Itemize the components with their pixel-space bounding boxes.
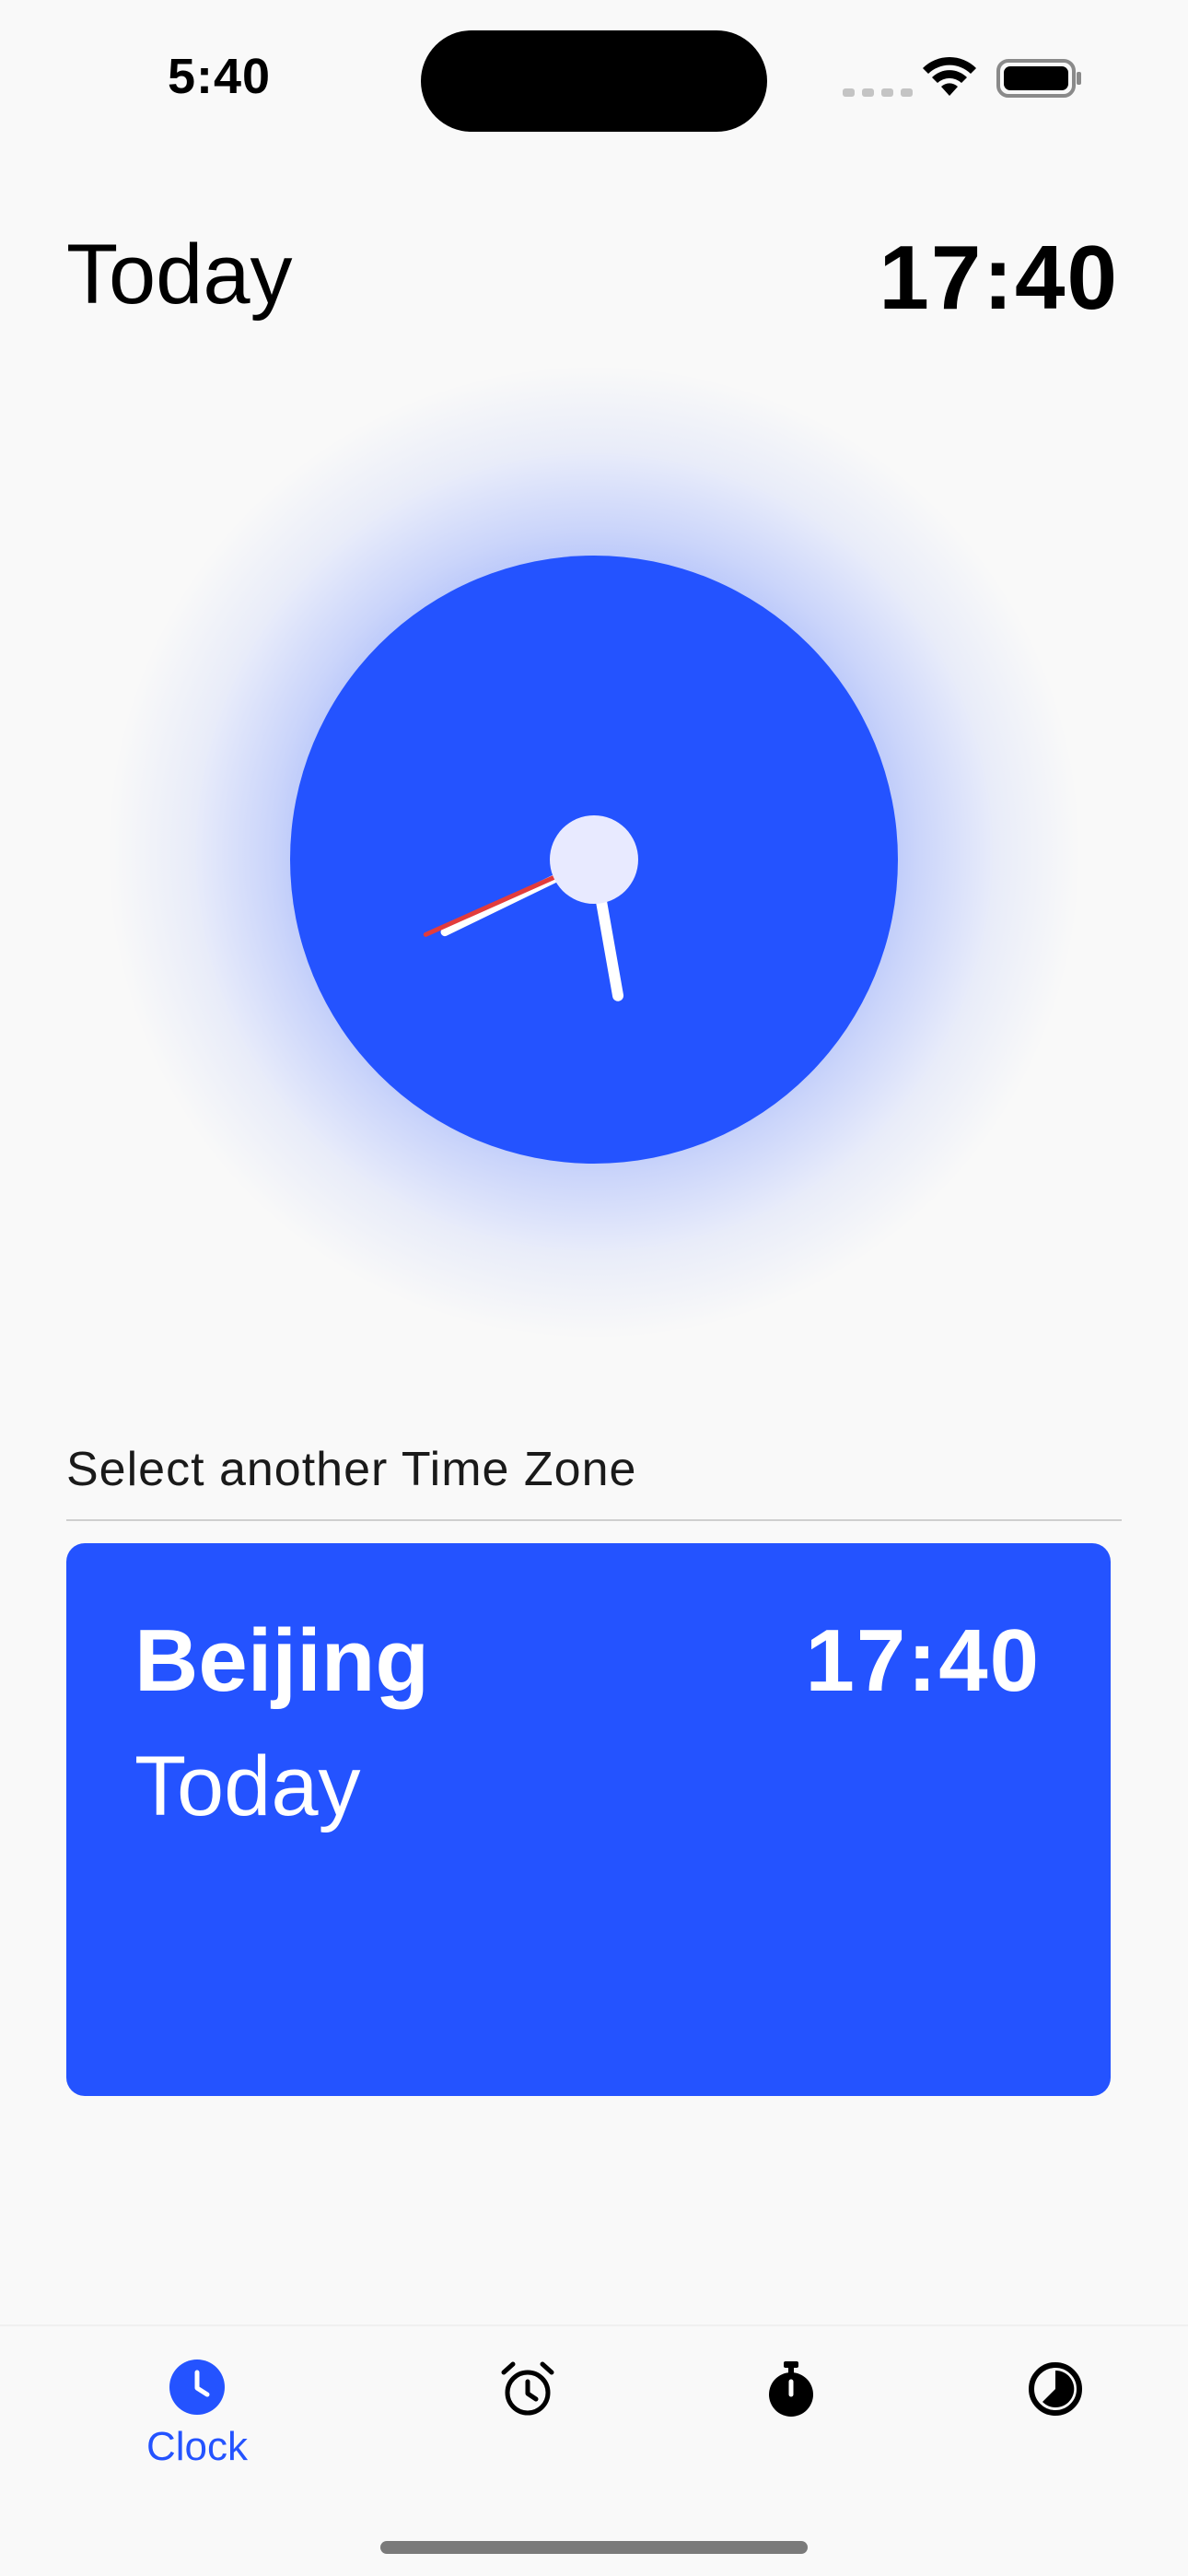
dynamic-island (421, 30, 767, 132)
analog-clock (423, 815, 638, 1001)
wifi-icon (923, 56, 976, 96)
nav-item-clock[interactable]: Clock (133, 2359, 262, 2488)
nav-item-label: Clock (146, 2424, 249, 2469)
cellular-signal-icon (843, 88, 913, 97)
nav-item-timer[interactable] (991, 2359, 1120, 2488)
nav-item-alarm[interactable] (463, 2359, 592, 2488)
time-zone-section-label: Select another Time Zone (66, 1443, 637, 1496)
clock-center-cap (550, 815, 638, 904)
divider (66, 1519, 1122, 1521)
battery-icon (996, 59, 1081, 98)
home-indicator[interactable] (380, 2541, 808, 2554)
header-day-label: Today (66, 228, 293, 322)
time-zone-card[interactable]: Beijing 17:40 Today (66, 1543, 1111, 2096)
time-zone-city: Beijing (134, 1611, 430, 1710)
header-time: 17:40 (879, 227, 1119, 328)
timer-icon (1029, 2362, 1082, 2416)
alarm-icon (501, 2361, 554, 2416)
time-zone-day: Today (134, 1739, 361, 1833)
bottom-navigation-bar: Clock (0, 2324, 1188, 2576)
clock-icon (169, 2359, 225, 2415)
nav-item-stopwatch[interactable] (727, 2359, 856, 2488)
status-bar-time: 5:40 (168, 49, 272, 104)
time-zone-time: 17:40 (805, 1611, 1041, 1710)
app-screen: 5:40 Today 17:40 Select another Time Zon… (0, 0, 1188, 2576)
stopwatch-icon (769, 2361, 813, 2417)
